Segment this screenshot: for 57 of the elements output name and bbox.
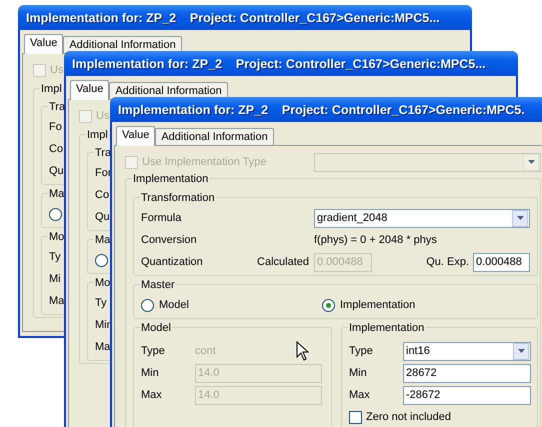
radio-button[interactable] [49,208,62,220]
radio-button[interactable] [322,298,335,312]
field-label: Ty [49,250,61,264]
tab[interactable]: Value [116,126,156,146]
field-label: For [95,166,112,180]
field-label: Qu. Exp. [426,255,469,269]
field-label: Ma [95,340,110,354]
group-label: Impl [40,82,63,96]
checkbox-label: Us [50,63,64,77]
caret-icon [516,216,524,220]
window-title: Implementation for: ZP_2 Project: Controller_C167>Generic:MPC5... [26,10,440,24]
field-label: Min [349,366,368,380]
field-label: Max [141,388,163,402]
checkbox[interactable] [349,410,362,424]
field-label: Qu [95,210,110,224]
conversion-text: f(phys) = 0 + 2048 * phys [314,233,437,247]
radio-label: Implementation [340,298,416,312]
tab[interactable]: Value [24,34,64,54]
text-field[interactable]: -28672 [403,386,531,404]
value-text: cont [195,344,216,358]
radio-button[interactable] [95,254,108,266]
radio-button[interactable] [141,298,154,312]
text-field[interactable]: 28672 [403,364,531,382]
tab[interactable]: Value [70,80,110,100]
field-label: Mi [49,272,61,286]
group-label: Implementation [132,172,210,186]
dropdown[interactable]: gradient_2048 [314,208,530,228]
field-label: Type [141,344,166,358]
field-label: Co [95,188,110,202]
window-title: Implementation for: ZP_2 Project: Controller_C167>Generic:MPC5... [72,56,486,70]
cursor-icon [296,341,309,361]
window-title: Implementation for: ZP_2 Project: Controller_C167>Generic:MPC5. [118,102,525,116]
checkbox-label: Us [96,109,110,123]
field-label: Max [349,388,371,402]
radio-label: Model [159,298,189,312]
dropdown-button[interactable] [513,342,529,360]
checkbox-label: Zero not included [366,410,451,424]
field-label: Qu [49,164,64,178]
dropdown-button[interactable] [512,210,528,226]
caret-icon [528,160,534,164]
field-label: Calculated [256,255,310,269]
text-field[interactable]: 0.000488 [473,252,530,272]
field-label: Type [349,344,374,358]
field-label: Conversion [141,233,198,247]
dropdown[interactable]: int16 [403,342,531,360]
field-label: Co [49,142,64,156]
field-label: Ma [49,294,64,308]
field-label: Ty [95,296,107,310]
group-label: Impl [86,128,109,142]
checkbox-label: Use Implementation Type [142,155,268,169]
field-label: Quantization [141,255,204,269]
field-label: Fo [49,120,62,134]
caret-icon [518,349,524,353]
tab[interactable]: Additional Information [155,128,274,145]
field-label: Min [141,366,160,380]
field-label: Formula [141,211,182,225]
group-label: Implementation [348,321,426,335]
